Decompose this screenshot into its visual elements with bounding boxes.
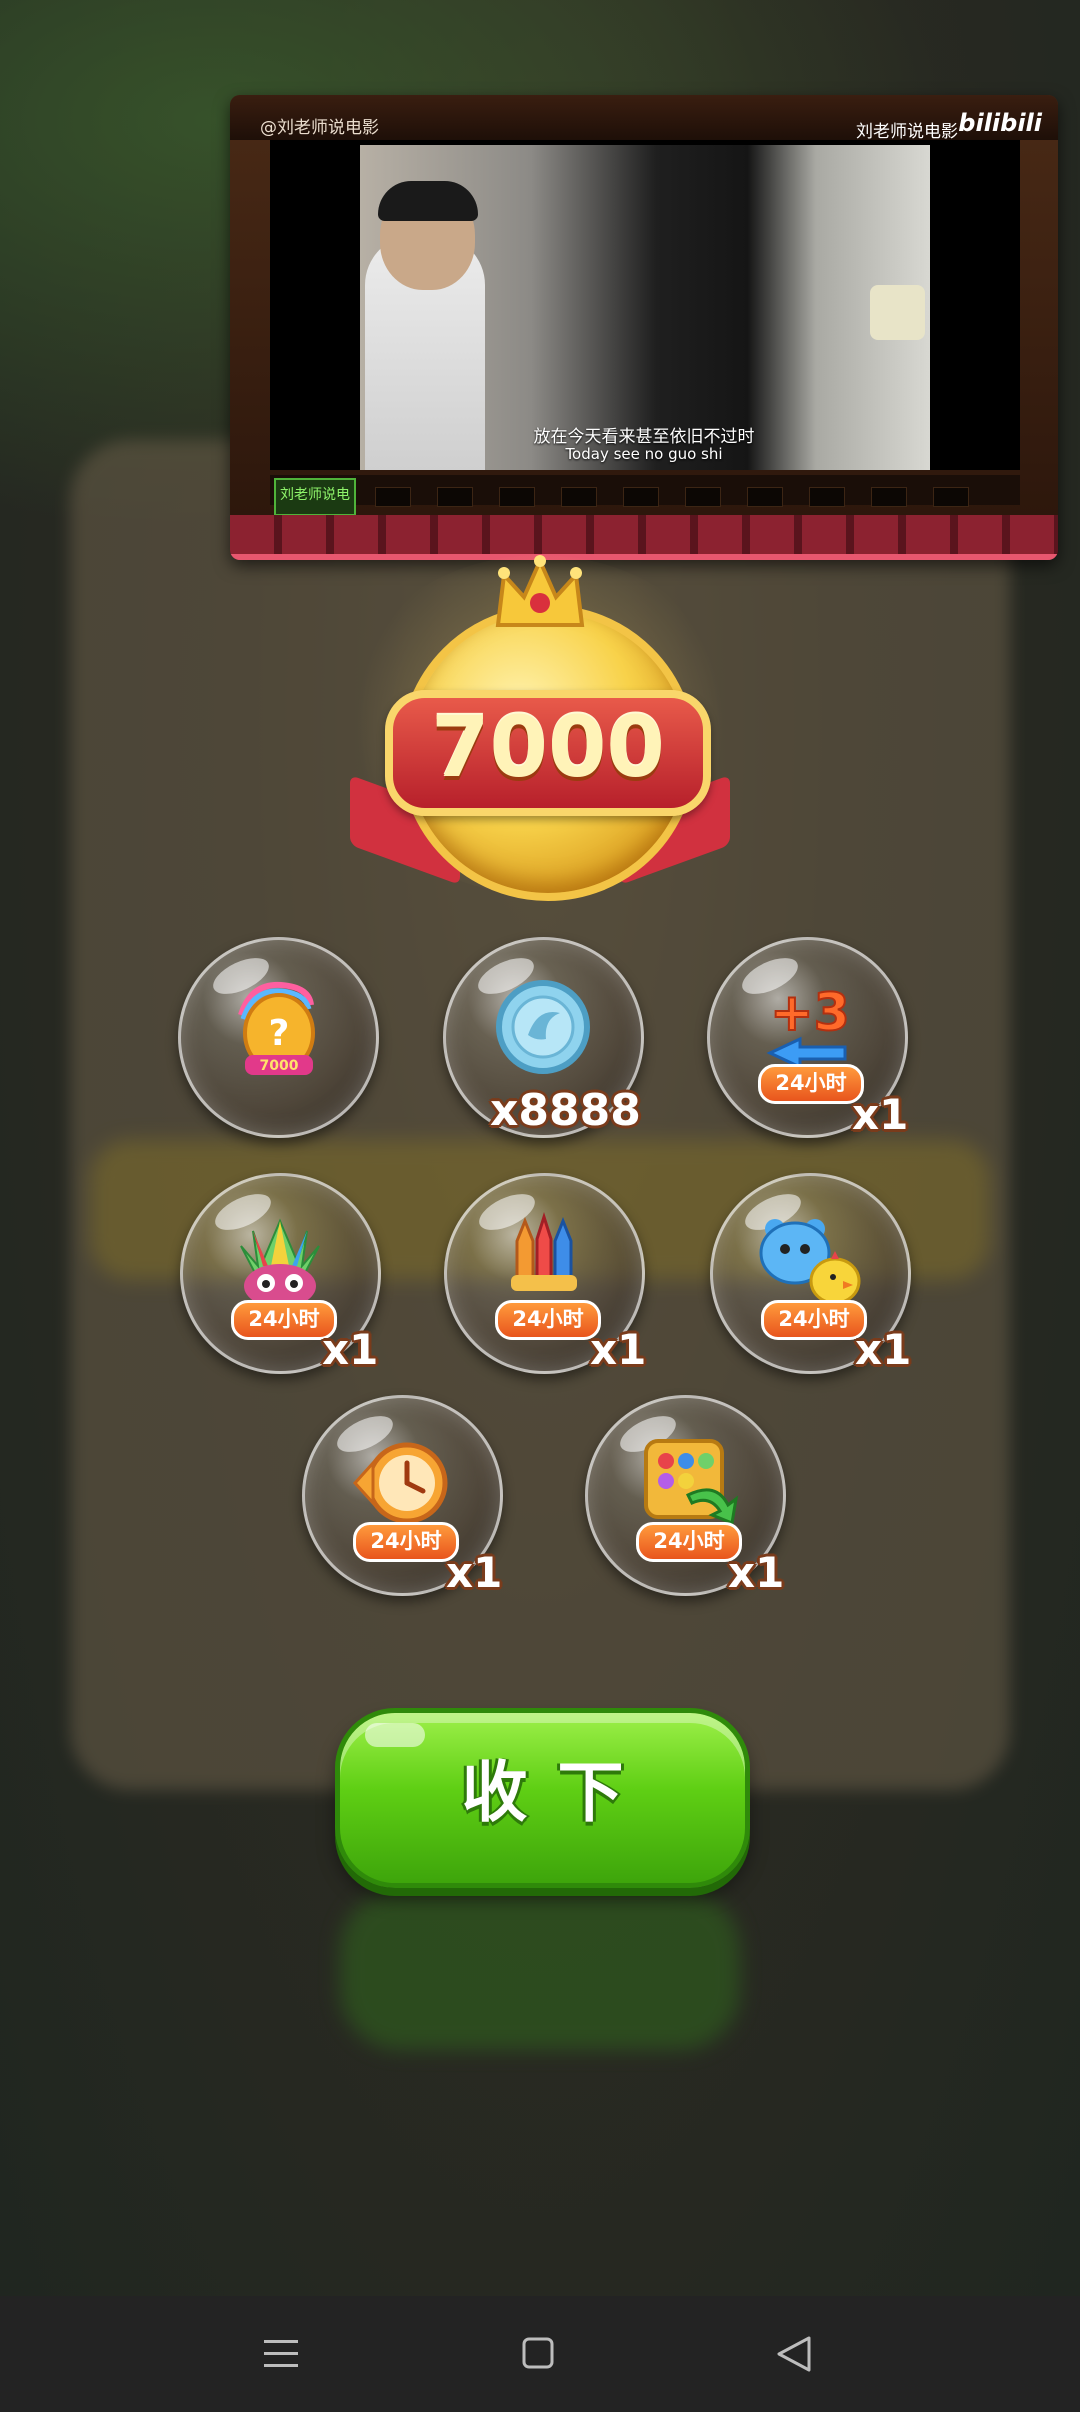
seat-slot bbox=[747, 487, 783, 507]
seat-slot bbox=[685, 487, 721, 507]
video-channel-badge: 刘老师说电影 bbox=[274, 478, 356, 533]
rocket-quantity: x1 bbox=[590, 1325, 647, 1374]
duration-tag: 24小时 bbox=[758, 1064, 864, 1104]
reward-badge: 7000 bbox=[340, 555, 740, 901]
silver-coin-icon bbox=[496, 980, 590, 1074]
collect-button-label: 收下 bbox=[461, 1754, 654, 1831]
seat-slot bbox=[561, 487, 597, 507]
nav-menu-button[interactable] bbox=[220, 2296, 340, 2412]
clock-quantity: x1 bbox=[446, 1548, 503, 1597]
silver-coin-quantity: x8888 bbox=[490, 1085, 641, 1136]
reward-screen: @刘老师说电影 刘老师说电影 bilibili 放在今天看来甚至依旧不过时 To… bbox=[0, 0, 1080, 2412]
video-subtitle-cn: 放在今天看来甚至依旧不过时 bbox=[533, 427, 755, 447]
back-triangle-icon bbox=[777, 2336, 811, 2372]
plus-three-label: +3 bbox=[770, 983, 850, 1043]
shuffle-quantity: x1 bbox=[728, 1548, 785, 1597]
duration-tag: 24小时 bbox=[636, 1522, 742, 1562]
menu-icon bbox=[264, 2340, 298, 2367]
nav-back-button[interactable] bbox=[733, 2296, 853, 2412]
rainbow-bird-quantity: x1 bbox=[322, 1325, 379, 1374]
plus-three-quantity: x1 bbox=[852, 1090, 909, 1139]
video-watermark-right: 刘老师说电影 bbox=[856, 122, 958, 142]
system-nav-bar bbox=[0, 2296, 1080, 2412]
seat-slot bbox=[871, 487, 907, 507]
bilibili-logo: bilibili bbox=[958, 109, 1042, 137]
seat-slot bbox=[933, 487, 969, 507]
video-watermark-left: @刘老师说电影 bbox=[260, 118, 379, 138]
button-gloss bbox=[365, 1723, 425, 1747]
duration-tag: 24小时 bbox=[761, 1300, 867, 1340]
background-next-button bbox=[340, 1890, 740, 2050]
seat-slot bbox=[437, 487, 473, 507]
mystery-egg-icon: ? 7000 bbox=[238, 981, 315, 1075]
egg-amount-label: 7000 bbox=[260, 1058, 299, 1074]
home-square-icon bbox=[522, 2337, 554, 2369]
collect-button[interactable]: 收下 bbox=[335, 1708, 750, 1888]
video-person-hair bbox=[378, 181, 478, 221]
reward-amount: 7000 bbox=[431, 698, 665, 796]
floating-video-player[interactable]: @刘老师说电影 刘老师说电影 bilibili 放在今天看来甚至依旧不过时 To… bbox=[230, 95, 1058, 560]
duration-tag: 24小时 bbox=[353, 1522, 459, 1562]
duration-tag: 24小时 bbox=[495, 1300, 601, 1340]
seat-slot bbox=[809, 487, 845, 507]
seat-slot bbox=[623, 487, 659, 507]
crown-icon bbox=[495, 555, 585, 627]
nav-home-button[interactable] bbox=[478, 2296, 598, 2412]
video-car bbox=[870, 285, 925, 340]
seat-slot bbox=[375, 487, 411, 507]
video-subtitle-en: Today see no guo shi bbox=[565, 445, 723, 463]
bear-chick-quantity: x1 bbox=[855, 1325, 912, 1374]
seat-slot bbox=[499, 487, 535, 507]
reward-bubble-mystery-egg: ? 7000 bbox=[178, 937, 379, 1138]
svg-text:?: ? bbox=[269, 1013, 290, 1054]
